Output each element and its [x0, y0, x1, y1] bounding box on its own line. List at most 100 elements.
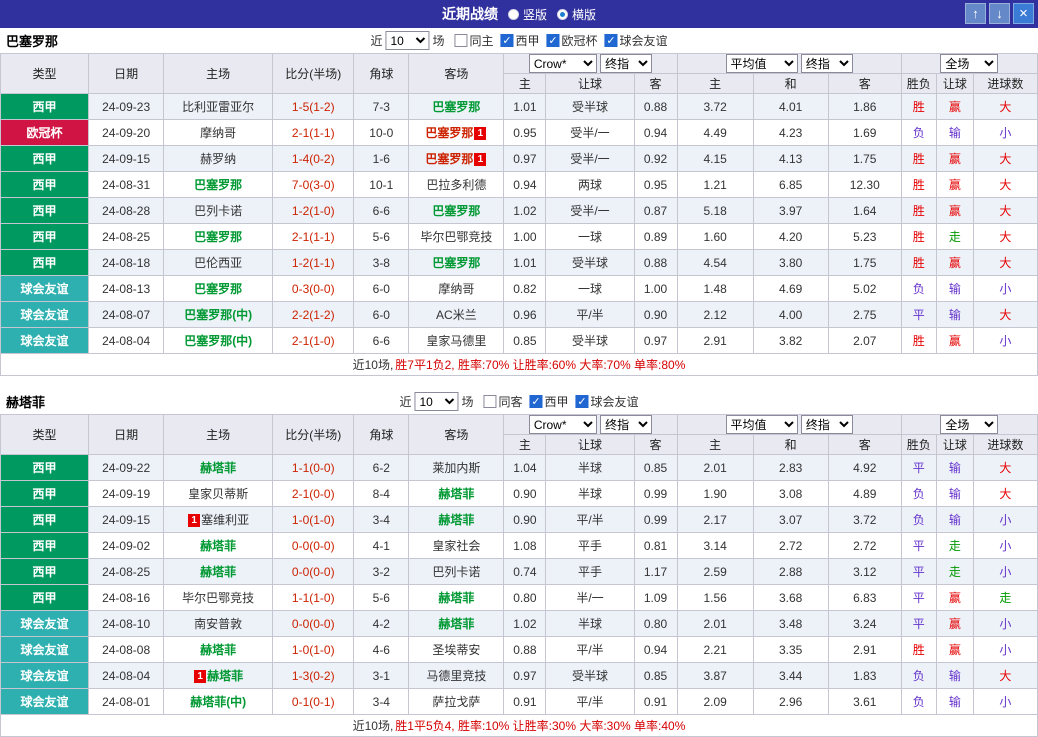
team-name[interactable]: 赫塔菲(中) — [190, 695, 246, 709]
avg-odds-value: 2.21 — [676, 636, 754, 663]
match-date: 24-09-20 — [88, 119, 165, 146]
team-name[interactable]: 巴塞罗那 — [432, 100, 480, 114]
team-name[interactable]: 摩纳哥 — [438, 282, 474, 296]
handicap-odds-value: 0.91 — [503, 688, 547, 715]
team-name[interactable]: 萨拉戈萨 — [432, 695, 480, 709]
team-name[interactable]: 赫塔菲 — [200, 539, 236, 553]
goals-result: 小 — [972, 636, 1038, 663]
filter-checkbox-西甲[interactable]: ✓ 西甲 — [500, 32, 540, 49]
team-name[interactable]: 赫塔菲 — [438, 591, 474, 605]
team-name[interactable]: 赫塔菲 — [438, 513, 474, 527]
move-down-button[interactable]: ↓ — [989, 3, 1010, 24]
team-name[interactable]: 毕尔巴鄂竞技 — [420, 230, 492, 244]
team-name[interactable]: 巴塞罗那(中) — [184, 308, 252, 322]
team-name[interactable]: 赫塔菲 — [200, 643, 236, 657]
team-name[interactable]: 赫罗纳 — [200, 152, 236, 166]
team-name[interactable]: 巴塞罗那 — [194, 178, 242, 192]
team-name[interactable]: 皇家贝蒂斯 — [188, 487, 248, 501]
filter-checkbox-同客[interactable]: 同客 — [483, 393, 523, 410]
team-name[interactable]: 南安普敦 — [194, 617, 242, 631]
team-name[interactable]: 赫塔菲 — [207, 669, 243, 683]
close-button[interactable]: × — [1013, 3, 1034, 24]
filter-checkbox-球会友谊[interactable]: ✓ 球会友谊 — [575, 393, 639, 410]
filter-checkbox-西甲[interactable]: ✓ 西甲 — [529, 393, 569, 410]
team-name[interactable]: 赫塔菲 — [438, 487, 474, 501]
team-name[interactable]: 巴塞罗那 — [432, 204, 480, 218]
handicap-odds-value: 平手 — [545, 532, 635, 559]
goals-result: 小 — [972, 327, 1038, 354]
team-name[interactable]: 巴塞罗那 — [194, 230, 242, 244]
team-name[interactable]: 巴塞罗那(中) — [184, 334, 252, 348]
filter-checkbox-球会友谊[interactable]: ✓ 球会友谊 — [604, 32, 668, 49]
col-type: 类型 — [0, 414, 90, 455]
avg-time-select[interactable]: 终指 — [800, 415, 853, 434]
league-badge: 西甲 — [0, 480, 90, 507]
team-name[interactable]: 赫塔菲 — [200, 565, 236, 579]
match-result: 负 — [900, 119, 937, 146]
corner-score: 6-6 — [353, 197, 410, 224]
team-name[interactable]: 巴塞罗那 — [194, 282, 242, 296]
avg-odds-value: 3.48 — [752, 610, 829, 637]
checkbox-label: 同主 — [469, 34, 494, 48]
move-up-button[interactable]: ↑ — [965, 3, 986, 24]
radio-icon — [507, 8, 519, 20]
match-date: 24-08-01 — [88, 688, 165, 715]
team-name[interactable]: 赫塔菲 — [200, 461, 236, 475]
scope-select[interactable]: 全场 — [940, 415, 999, 434]
team-name[interactable]: 巴塞罗那 — [425, 126, 473, 140]
home-team-cell: 皇家贝蒂斯 — [163, 480, 274, 507]
team-name[interactable]: 莱加内斯 — [432, 461, 480, 475]
bookmaker-select[interactable]: Crow* — [528, 415, 597, 434]
team-name[interactable]: 赫塔菲 — [438, 617, 474, 631]
team-name[interactable]: 摩纳哥 — [200, 126, 236, 140]
team-name[interactable]: 巴列卡诺 — [194, 204, 242, 218]
layout-radio-vertical[interactable]: 竖版 — [507, 6, 547, 23]
col-score: 比分(半场) — [272, 53, 355, 94]
match-count-select[interactable]: 10 — [414, 392, 459, 411]
col-avg-draw: 和 — [752, 434, 829, 455]
team-name[interactable]: AC米兰 — [436, 308, 477, 322]
match-score: 1-4(0-2) — [272, 145, 355, 172]
match-row: 西甲 24-08-25 巴塞罗那 2-1(1-1) 5-6 毕尔巴鄂竞技 1.00 一球 0.8… — [0, 223, 1038, 250]
team-name[interactable]: 塞维利亚 — [201, 513, 249, 527]
bookmaker-select[interactable]: Crow* — [528, 54, 597, 73]
team-name[interactable]: 巴列卡诺 — [432, 565, 480, 579]
match-result: 平 — [900, 558, 937, 585]
match-score: 0-1(0-1) — [272, 688, 355, 715]
scope-select[interactable]: 全场 — [940, 54, 999, 73]
team-name[interactable]: 毕尔巴鄂竞技 — [182, 591, 254, 605]
goals-result: 大 — [972, 197, 1038, 224]
average-select[interactable]: 平均值 — [725, 415, 798, 434]
team-name[interactable]: 巴拉多利德 — [426, 178, 486, 192]
match-date: 24-08-13 — [88, 275, 165, 302]
team-name[interactable]: 圣埃蒂安 — [432, 643, 480, 657]
filter-checkbox-同主[interactable]: 同主 — [454, 32, 494, 49]
match-date: 24-08-28 — [88, 197, 165, 224]
avg-odds-value: 2.83 — [752, 454, 829, 481]
match-count-select[interactable]: 10 — [385, 31, 430, 50]
match-score: 1-1(1-0) — [272, 584, 355, 611]
handicap-odds-value: 0.85 — [503, 327, 547, 354]
goals-result: 大 — [972, 145, 1038, 172]
radio-label: 横版 — [572, 7, 597, 22]
team-name[interactable]: 巴塞罗那 — [432, 256, 480, 270]
avg-time-select[interactable]: 终指 — [800, 54, 853, 73]
team-name[interactable]: 巴伦西亚 — [194, 256, 242, 270]
avg-odds-value: 3.72 — [676, 93, 754, 120]
filter-checkbox-欧冠杯[interactable]: ✓ 欧冠杯 — [546, 32, 598, 49]
match-score: 0-0(0-0) — [272, 532, 355, 559]
close-icon: × — [1019, 5, 1028, 22]
odds-time-select[interactable]: 终指 — [600, 415, 653, 434]
team-name[interactable]: 比利亚雷亚尔 — [182, 100, 254, 114]
odds-time-select[interactable]: 终指 — [600, 54, 653, 73]
avg-odds-value: 5.23 — [827, 223, 902, 250]
layout-radio-horizontal[interactable]: 横版 — [557, 6, 596, 23]
average-select[interactable]: 平均值 — [725, 54, 798, 73]
match-result: 负 — [900, 662, 937, 689]
team-name[interactable]: 巴塞罗那 — [425, 152, 473, 166]
team-name[interactable]: 皇家马德里 — [426, 334, 486, 348]
team-name[interactable]: 马德里竞技 — [426, 669, 486, 683]
team-name[interactable]: 皇家社会 — [432, 539, 480, 553]
match-date: 24-09-15 — [88, 506, 165, 533]
result-group-header: 全场 — [900, 53, 1038, 74]
